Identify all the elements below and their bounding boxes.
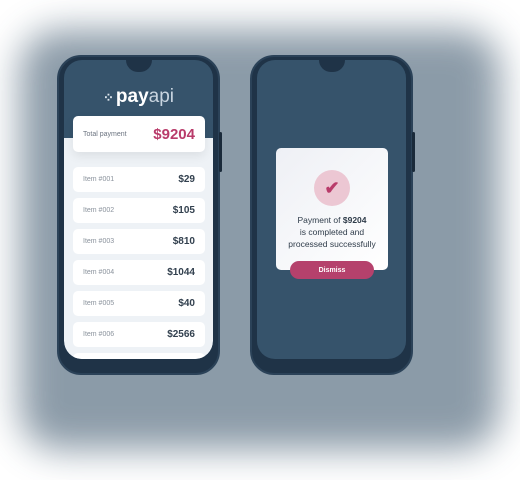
- list-item[interactable]: Item #005 $40: [73, 291, 205, 316]
- item-amount: $29: [178, 174, 195, 185]
- checkmark-icon: ✔: [314, 170, 350, 206]
- phone-right: ✔ Payment of $9204 is completed and proc…: [250, 55, 415, 375]
- msg-line2: is completed and: [299, 227, 365, 237]
- list-item[interactable]: $4400: [73, 353, 205, 359]
- list-item[interactable]: Item #002 $105: [73, 198, 205, 223]
- item-amount: $105: [172, 205, 195, 216]
- item-label: Item #005: [83, 300, 115, 307]
- phone-screen: ✔ Payment of $9204 is completed and proc…: [257, 60, 406, 359]
- item-amount: $1044: [167, 267, 195, 278]
- item-label: Item #004: [83, 269, 115, 276]
- total-amount: $9204: [153, 125, 195, 143]
- logo-light: api: [148, 86, 174, 107]
- msg-line3: processed successfully: [288, 239, 376, 249]
- item-label: Item #003: [83, 238, 115, 245]
- phone-side-button: [219, 132, 222, 172]
- list-item[interactable]: Item #006 $2566: [73, 322, 205, 347]
- logo-dots-icon: ⁘: [102, 90, 114, 105]
- payment-success-modal: ✔ Payment of $9204 is completed and proc…: [276, 148, 388, 270]
- success-message: Payment of $9204 is completed and proces…: [276, 214, 388, 250]
- msg-prefix: Payment of: [297, 215, 343, 225]
- notch: [125, 60, 152, 72]
- total-payment-card: Total payment $9204: [73, 116, 205, 152]
- list-item[interactable]: Item #001 $29: [73, 167, 205, 192]
- item-label: Item #001: [83, 176, 115, 183]
- dismiss-button[interactable]: Dismiss: [290, 261, 374, 279]
- notch: [318, 60, 345, 72]
- payapi-logo: ⁘ payapi: [64, 86, 213, 108]
- item-label: Item #002: [83, 207, 115, 214]
- msg-amount: $9204: [342, 215, 367, 225]
- list-item[interactable]: Item #003 $810: [73, 229, 205, 254]
- phone-side-button: [412, 132, 415, 172]
- phone-screen: ⁘ payapi Total payment $9204 Item #001 $29…: [64, 60, 213, 359]
- list-item[interactable]: Item #004 $1044: [73, 260, 205, 285]
- item-amount: $40: [178, 298, 195, 309]
- logo-bold: pay: [115, 86, 149, 107]
- total-label: Total payment: [83, 130, 127, 138]
- item-amount: $2566: [167, 329, 195, 340]
- item-amount: $810: [172, 236, 195, 247]
- phone-left: ⁘ payapi Total payment $9204 Item #001 $29…: [57, 55, 222, 375]
- item-label: Item #006: [83, 331, 115, 338]
